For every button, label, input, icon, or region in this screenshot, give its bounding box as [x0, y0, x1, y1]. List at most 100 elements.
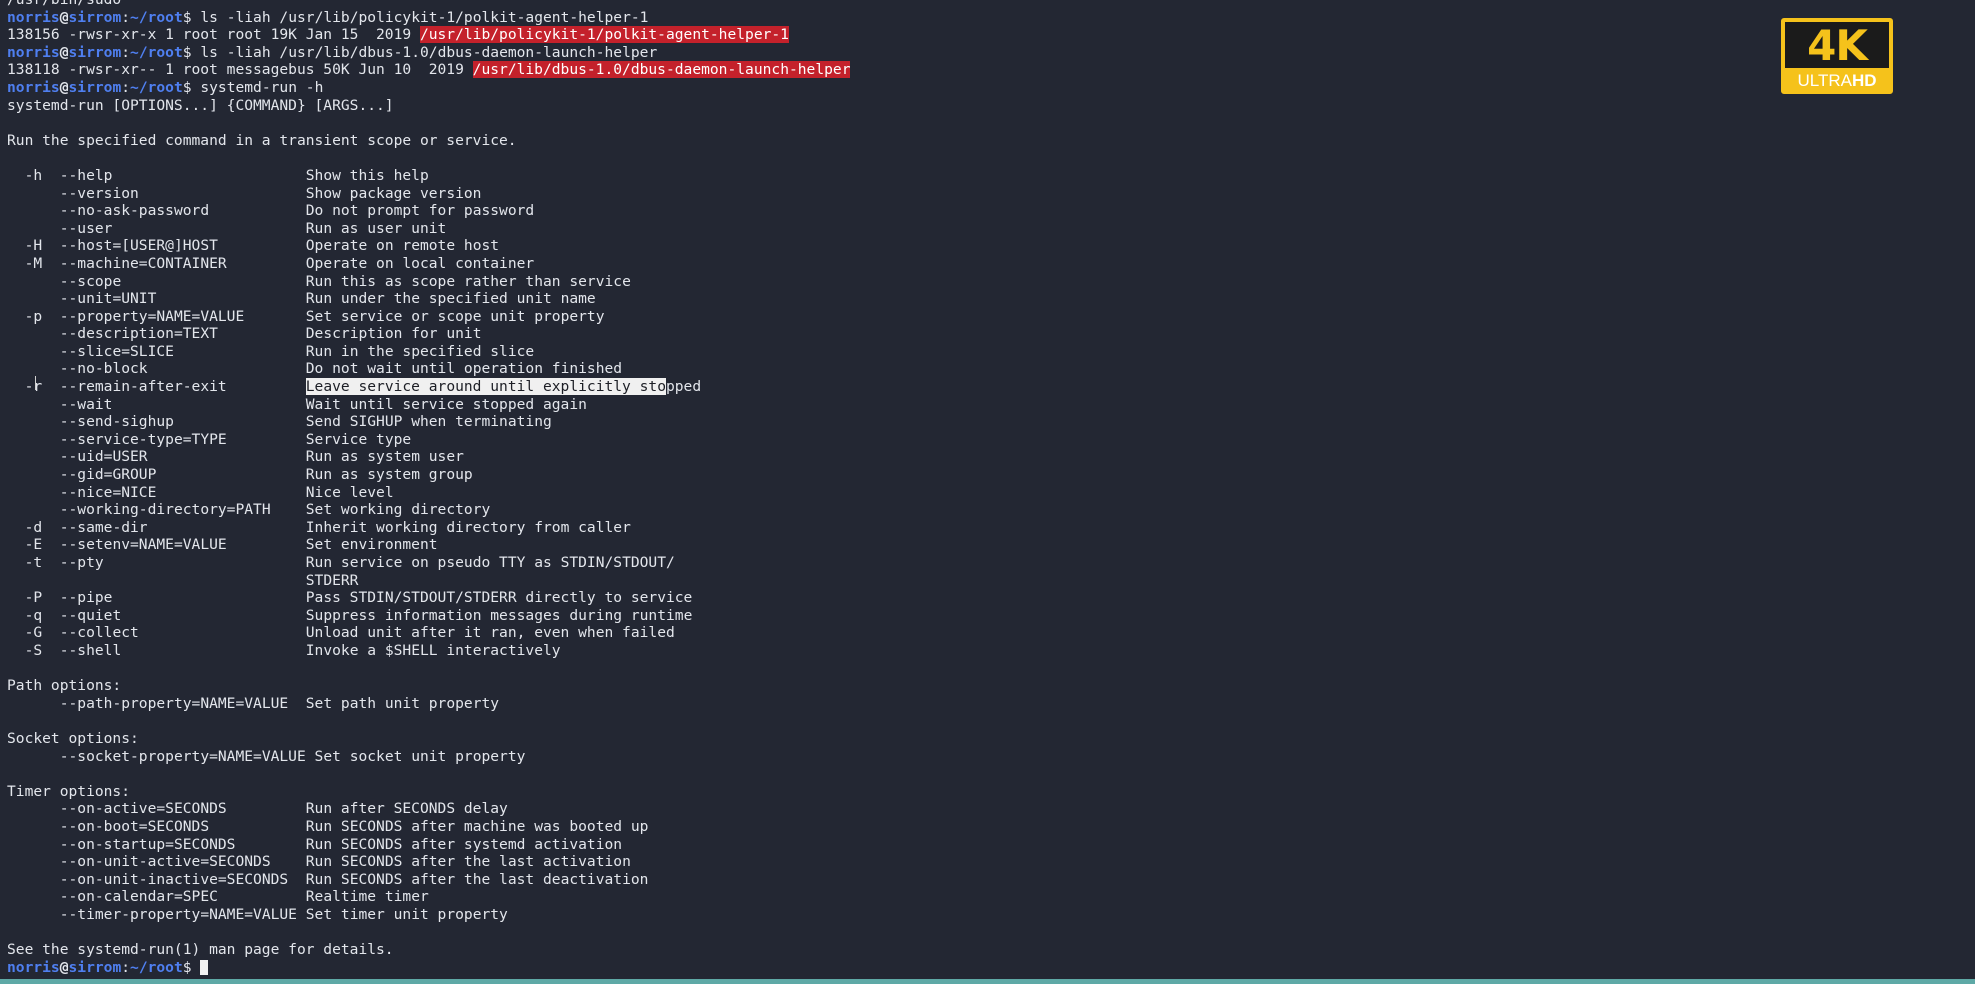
option-description: Set working directory	[305, 501, 491, 519]
option-description: Set path unit property	[305, 694, 500, 712]
option-description: Service type	[305, 430, 412, 448]
option-description: Run as system user	[305, 448, 464, 466]
option-long: --on-startup=SECONDS	[59, 835, 236, 853]
option-description: Run as user unit	[305, 219, 447, 237]
option-description: Description for unit	[305, 325, 482, 343]
prompt-path: ~/root	[130, 8, 183, 26]
text-cursor[interactable]	[200, 959, 209, 975]
option-long: --on-unit-inactive=SECONDS	[59, 870, 289, 888]
option-long: --same-dir	[59, 518, 148, 536]
option-long: --slice=SLICE	[59, 342, 174, 360]
option-short: -h	[24, 166, 43, 184]
prompt-at: @	[59, 8, 69, 26]
option-description: Nice level	[305, 483, 394, 501]
option-description: Run SECONDS after machine was booted up	[305, 817, 649, 835]
prompt-at: @	[59, 78, 69, 96]
output-line: Socket options:	[7, 729, 139, 747]
option-long: --on-active=SECONDS	[59, 800, 227, 818]
prompt-user: norris	[7, 958, 60, 976]
option-long: --timer-property=NAME=VALUE	[59, 905, 297, 923]
option-long: --on-boot=SECONDS	[59, 817, 210, 835]
option-description: Realtime timer	[305, 888, 429, 906]
terminal-output[interactable]: /usr/bin/sudonorris@sirrom:~/root$ ls -l…	[7, 0, 851, 976]
badge-hd-text: HD	[1851, 71, 1877, 90]
option-line: --version Show package version	[7, 185, 850, 203]
option-line: --on-unit-inactive=SECONDS Run SECONDS a…	[7, 871, 850, 889]
output-line: /usr/bin/sudo	[7, 0, 850, 9]
option-long: --remain-after-exit	[59, 378, 227, 396]
option-short: -d	[24, 518, 43, 536]
mouse-ibeam-cursor	[35, 376, 38, 390]
option-description: STDERR	[305, 571, 359, 589]
option-short: -G	[24, 624, 43, 642]
option-long: --pipe	[59, 589, 113, 607]
option-line: --no-block Do not wait until operation f…	[7, 360, 850, 378]
terminal-window[interactable]: /usr/bin/sudonorris@sirrom:~/root$ ls -l…	[0, 0, 1975, 984]
option-long: --on-calendar=SPEC	[59, 888, 218, 906]
highlighted-path: /usr/lib/policykit-1/polkit-agent-helper…	[419, 26, 789, 44]
option-short: -r	[24, 378, 43, 396]
option-description: Set socket unit property	[314, 747, 526, 765]
option-line: -d --same-dir Inherit working directory …	[7, 519, 850, 537]
option-short: -P	[24, 589, 43, 607]
selected-text: Leave service around until explicitly st…	[305, 378, 666, 396]
command-text: systemd-run -h	[200, 78, 324, 96]
option-line: STDERR	[7, 572, 850, 590]
option-description: Show package version	[305, 184, 482, 202]
badge-ultra-text: ULTRA	[1797, 71, 1852, 90]
option-long: --quiet	[59, 606, 122, 624]
option-line: --service-type=TYPE Service type	[7, 431, 850, 449]
option-line: -E --setenv=NAME=VALUE Set environment	[7, 536, 850, 554]
prompt-dollar: $	[182, 8, 192, 26]
option-short: -E	[24, 536, 43, 554]
option-long: --pty	[59, 554, 104, 571]
option-description: Operate on local container	[305, 254, 535, 272]
option-short: -M	[24, 254, 43, 272]
option-line: -M --machine=CONTAINER Operate on local …	[7, 255, 850, 273]
option-line: --slice=SLICE Run in the specified slice	[7, 343, 850, 361]
option-line: -q --quiet Suppress information messages…	[7, 607, 850, 625]
prompt-path: ~/root	[130, 78, 183, 96]
option-long: --no-block	[59, 360, 148, 378]
option-long: --send-sighup	[59, 413, 174, 431]
option-description: Run this as scope rather than service	[305, 272, 631, 290]
prompt-user: norris	[7, 78, 60, 96]
option-long: --uid=USER	[59, 448, 148, 466]
output-line: Timer options:	[7, 782, 131, 800]
option-line: --gid=GROUP Run as system group	[7, 466, 850, 484]
option-description-rest: pped	[665, 378, 702, 396]
prompt-dollar: $	[182, 43, 192, 61]
option-line: -t --pty Run service on pseudo TTY as ST…	[7, 554, 850, 572]
output-line: See the systemd-run(1) man page for deta…	[7, 941, 394, 959]
prompt-dollar: $	[182, 958, 192, 976]
option-line: --send-sighup Send SIGHUP when terminati…	[7, 413, 850, 431]
prompt-at: @	[59, 43, 69, 61]
prompt-separator: :	[121, 958, 131, 976]
option-description: Run SECONDS after systemd activation	[305, 835, 623, 853]
option-long: --version	[59, 184, 139, 202]
option-line: --wait Wait until service stopped again	[7, 396, 850, 414]
prompt-path: ~/root	[130, 43, 183, 61]
prompt-host: sirrom	[68, 78, 122, 96]
4k-ultrahd-badge: 4K ULTRAHD	[1781, 18, 1893, 94]
option-description: Show this help	[305, 166, 429, 184]
option-long: --unit=UNIT	[59, 290, 157, 308]
option-line: --timer-property=NAME=VALUE Set timer un…	[7, 906, 850, 924]
option-short: -q	[24, 606, 43, 624]
status-bar	[0, 979, 1975, 984]
file-listing-line: 138118 -rwsr-xr-- 1 root messagebus 50K …	[7, 61, 851, 79]
option-long: --on-unit-active=SECONDS	[59, 853, 271, 871]
option-long: --path-property=NAME=VALUE	[59, 694, 289, 712]
option-short: -p	[24, 307, 43, 325]
option-long: --wait	[59, 395, 113, 413]
option-long: --collect	[59, 624, 139, 642]
option-long: --working-directory=PATH	[59, 501, 271, 519]
option-line: --on-active=SECONDS Run after SECONDS de…	[7, 800, 850, 818]
command-line: norris@sirrom:~/root$ ls -liah /usr/lib/…	[7, 9, 850, 27]
option-line: -r --remain-after-exit Leave service aro…	[7, 378, 850, 396]
prompt-dollar: $	[182, 78, 192, 96]
option-line: --on-calendar=SPEC Realtime timer	[7, 888, 850, 906]
option-description: Unload unit after it ran, even when fail…	[305, 624, 675, 642]
option-long: --shell	[59, 641, 122, 659]
prompt-user: norris	[7, 43, 60, 61]
